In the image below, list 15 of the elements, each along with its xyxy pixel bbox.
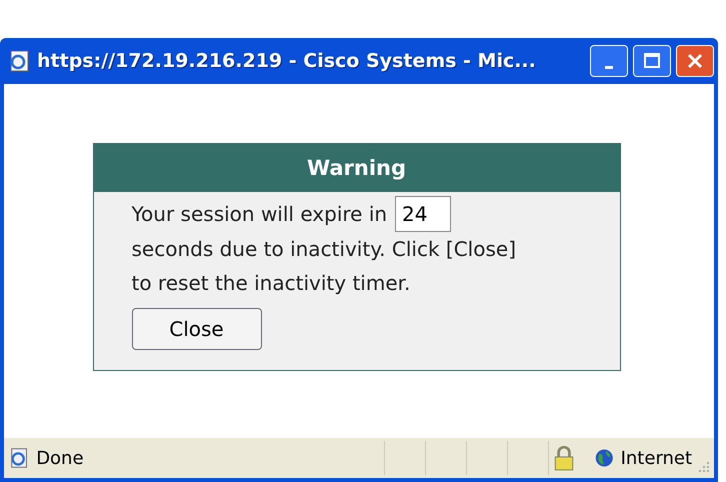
window-title: https://172.19.216.219 - Cisco Systems - Mic...: [37, 50, 537, 72]
close-dialog-button[interactable]: Close: [132, 308, 262, 350]
resize-grip-icon: [698, 460, 710, 474]
maximize-icon: [642, 51, 662, 71]
zone-text: Internet: [620, 448, 692, 468]
dialog-title: Warning: [94, 144, 620, 192]
close-button[interactable]: [676, 45, 714, 77]
minimize-button[interactable]: [590, 45, 628, 77]
countdown-field[interactable]: 24: [395, 196, 452, 232]
message-text: seconds due to inactivity. Click [Close] to reset the inactivity timer.: [132, 236, 517, 297]
status-text: Done: [36, 448, 85, 468]
maximize-button[interactable]: [633, 45, 671, 77]
close-icon: [685, 51, 705, 71]
message-text: Your session will expire in: [132, 202, 388, 226]
minimize-icon: [605, 66, 613, 68]
